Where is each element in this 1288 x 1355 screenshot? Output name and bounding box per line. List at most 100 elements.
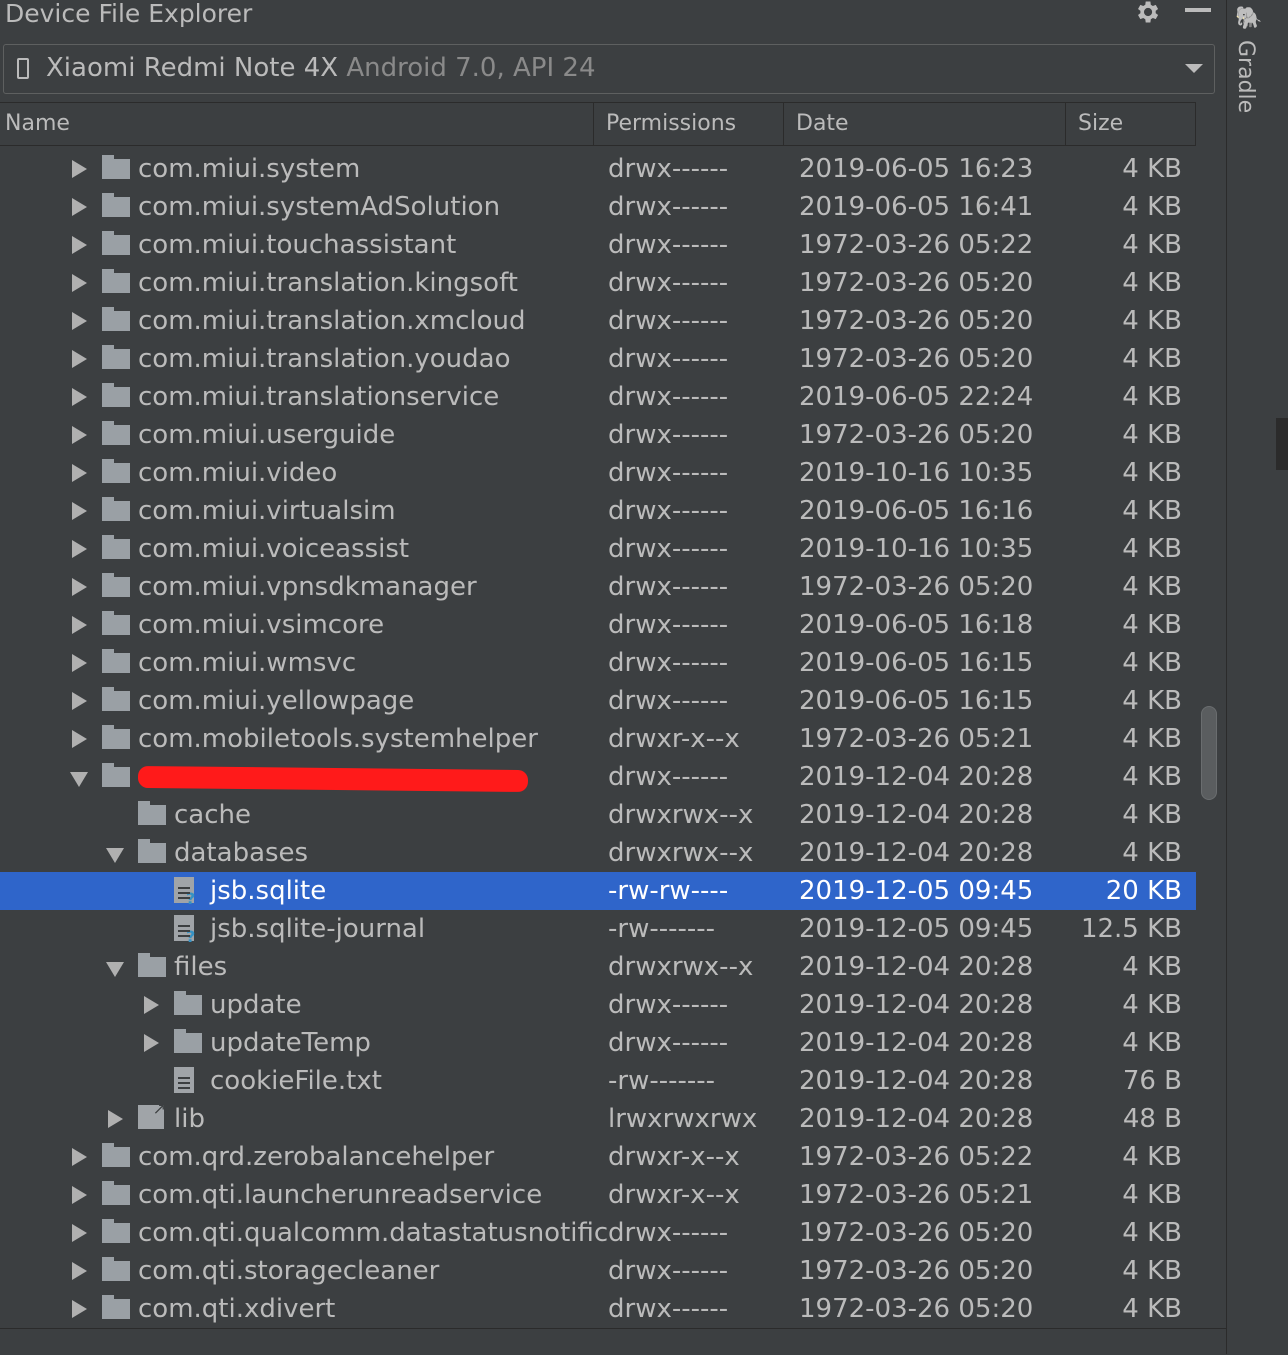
text-file-icon: [174, 1067, 194, 1093]
table-row[interactable]: com.mobiletools.systemhelper drwxr-x--x 19…: [0, 720, 1196, 758]
file-date: 2019-06-05 22:24: [799, 382, 1034, 412]
file-permissions: drwx------: [608, 610, 729, 640]
table-row[interactable]: updateTemp drwx------ 2019-12-04 20:28 4 KB: [0, 1024, 1196, 1062]
gradle-tab[interactable]: Gradle: [1233, 40, 1258, 113]
file-name: com.qti.launcherunreadservice: [138, 1180, 543, 1210]
table-row[interactable]: com.qrd.zerobalancehelper drwxr-x--x 1972-…: [0, 1138, 1196, 1176]
chevron-right-icon[interactable]: [72, 1224, 87, 1242]
chevron-right-icon[interactable]: [144, 1034, 159, 1052]
chevron-right-icon[interactable]: [72, 578, 87, 596]
file-name: update: [210, 990, 302, 1020]
file-size: 4 KB: [1122, 990, 1182, 1020]
folder-icon: [102, 307, 130, 331]
column-header-name[interactable]: Name: [0, 103, 594, 145]
chevron-right-icon[interactable]: [72, 616, 87, 634]
file-name: databases: [174, 838, 309, 868]
vertical-scrollbar[interactable]: [1201, 706, 1217, 800]
chevron-down-icon[interactable]: [70, 772, 88, 787]
chevron-right-icon[interactable]: [72, 350, 87, 368]
chevron-right-icon[interactable]: [72, 274, 87, 292]
chevron-right-icon[interactable]: [72, 692, 87, 710]
file-permissions: drwx------: [608, 382, 729, 412]
folder-icon: [102, 497, 130, 521]
chevron-right-icon[interactable]: [72, 540, 87, 558]
file-size: 4 KB: [1122, 648, 1182, 678]
chevron-right-icon[interactable]: [72, 388, 87, 406]
table-row[interactable]: com.qti.qualcomm.datastatusnotific drwx--…: [0, 1214, 1196, 1252]
table-row[interactable]: ? jsb.sqlite -rw-rw---- 2019-12-05 09:45 20 …: [0, 872, 1196, 910]
chevron-right-icon[interactable]: [72, 654, 87, 672]
chevron-right-icon[interactable]: [72, 730, 87, 748]
minimize-icon[interactable]: [1185, 8, 1211, 12]
chevron-right-icon[interactable]: [72, 160, 87, 178]
file-name: com.qrd.zerobalancehelper: [138, 1142, 495, 1172]
table-row[interactable]: ? jsb.sqlite-journal -rw------- 2019-12-05 …: [0, 910, 1196, 948]
table-row[interactable]: com.miui.video drwx------ 2019-10-16 10:35…: [0, 454, 1196, 492]
file-size: 4 KB: [1122, 762, 1182, 792]
chevron-right-icon[interactable]: [72, 426, 87, 444]
table-row[interactable]: com.qti.launcherunreadservice drwxr-x--x 1…: [0, 1176, 1196, 1214]
table-row[interactable]: com.qti.storagecleaner drwx------ 1972-03-…: [0, 1252, 1196, 1290]
chevron-right-icon[interactable]: [72, 1148, 87, 1166]
file-date: 1972-03-26 05:20: [799, 1294, 1034, 1324]
table-row[interactable]: lib lrwxrwxrwx 2019-12-04 20:28 48 B: [0, 1099, 1196, 1138]
panel-title: Device File Explorer: [5, 0, 253, 28]
file-date: 2019-12-04 20:28: [799, 952, 1034, 982]
folder-icon: [102, 1257, 130, 1281]
chevron-down-icon[interactable]: [106, 962, 124, 977]
chevron-right-icon[interactable]: [72, 1262, 87, 1280]
table-row[interactable]: com.miui.system drwx------ 2019-06-05 16:2…: [0, 150, 1196, 188]
chevron-right-icon[interactable]: [72, 236, 87, 254]
table-row[interactable]: cache drwxrwx--x 2019-12-04 20:28 4 KB: [0, 796, 1196, 834]
table-row[interactable]: com.miui.yellowpage drwx------ 2019-06-05 …: [0, 682, 1196, 720]
table-row[interactable]: com.miui.translation.xmcloud drwx------ 19…: [0, 302, 1196, 340]
chevron-down-icon[interactable]: [1185, 64, 1203, 73]
chevron-right-icon[interactable]: [108, 1110, 123, 1128]
file-permissions: drwx------: [608, 268, 729, 298]
table-row[interactable]: update drwx------ 2019-12-04 20:28 4 KB: [0, 986, 1196, 1024]
table-row[interactable]: com.qti.xdivert drwx------ 1972-03-26 05:2…: [0, 1290, 1196, 1328]
column-header-date[interactable]: Date: [784, 103, 1066, 145]
chevron-right-icon[interactable]: [72, 502, 87, 520]
table-row[interactable]: com.miui.vpnsdkmanager drwx------ 1972-03-…: [0, 568, 1196, 606]
file-size: 4 KB: [1122, 230, 1182, 260]
table-row[interactable]: databases drwxrwx--x 2019-12-04 20:28 4 KB: [0, 834, 1196, 872]
gear-icon[interactable]: [1133, 0, 1161, 26]
file-name: com.miui.voiceassist: [138, 534, 410, 564]
chevron-right-icon[interactable]: [72, 312, 87, 330]
chevron-right-icon[interactable]: [72, 464, 87, 482]
column-header-permissions[interactable]: Permissions: [594, 103, 784, 145]
file-permissions: drwxr-x--x: [608, 1142, 740, 1172]
table-row[interactable]: com.miui.userguide drwx------ 1972-03-26 0…: [0, 416, 1196, 454]
column-header-size[interactable]: Size: [1066, 103, 1196, 145]
phone-icon: [17, 58, 29, 79]
chevron-down-icon[interactable]: [106, 848, 124, 863]
file-permissions: drwx------: [608, 420, 729, 450]
chevron-right-icon[interactable]: [144, 996, 159, 1014]
folder-icon: [102, 193, 130, 217]
table-row[interactable]: com.miui.wmsvc drwx------ 2019-06-05 16:15…: [0, 644, 1196, 682]
chevron-right-icon[interactable]: [72, 1300, 87, 1318]
device-selector[interactable]: Xiaomi Redmi Note 4X Android 7.0, API 24: [3, 44, 1215, 94]
file-size: 4 KB: [1122, 458, 1182, 488]
table-row[interactable]: cookieFile.txt -rw------- 2019-12-04 20:28…: [0, 1062, 1196, 1100]
gradle-icon[interactable]: 🐘: [1235, 6, 1262, 31]
file-size: 4 KB: [1122, 268, 1182, 298]
table-row[interactable]: com.miui.systemAdSolution drwx------ 2019-…: [0, 188, 1196, 226]
chevron-right-icon[interactable]: [72, 1186, 87, 1204]
device-api: Android 7.0, API 24: [346, 53, 596, 83]
table-row[interactable]: com.miui.translation.youdao drwx------ 197…: [0, 340, 1196, 378]
chevron-right-icon[interactable]: [72, 198, 87, 216]
table-row[interactable]: com.miui.vsimcore drwx------ 2019-06-05 16…: [0, 606, 1196, 644]
table-row[interactable]: com.miui.voiceassist drwx------ 2019-10-16…: [0, 530, 1196, 568]
table-row[interactable]: files drwxrwx--x 2019-12-04 20:28 4 KB: [0, 948, 1196, 986]
file-date: 1972-03-26 05:20: [799, 268, 1034, 298]
table-row[interactable]: com.miui.touchassistant drwx------ 1972-03…: [0, 226, 1196, 264]
file-permissions: drwx------: [608, 496, 729, 526]
table-row[interactable]: drwx------ 2019-12-04 20:28 4 KB: [0, 758, 1196, 796]
table-row[interactable]: com.miui.translationservice drwx------ 201…: [0, 378, 1196, 416]
file-name: com.miui.touchassistant: [138, 230, 457, 260]
table-row[interactable]: com.miui.virtualsim drwx------ 2019-06-05 …: [0, 492, 1196, 530]
file-size: 4 KB: [1122, 534, 1182, 564]
table-row[interactable]: com.miui.translation.kingsoft drwx------ 1…: [0, 264, 1196, 302]
